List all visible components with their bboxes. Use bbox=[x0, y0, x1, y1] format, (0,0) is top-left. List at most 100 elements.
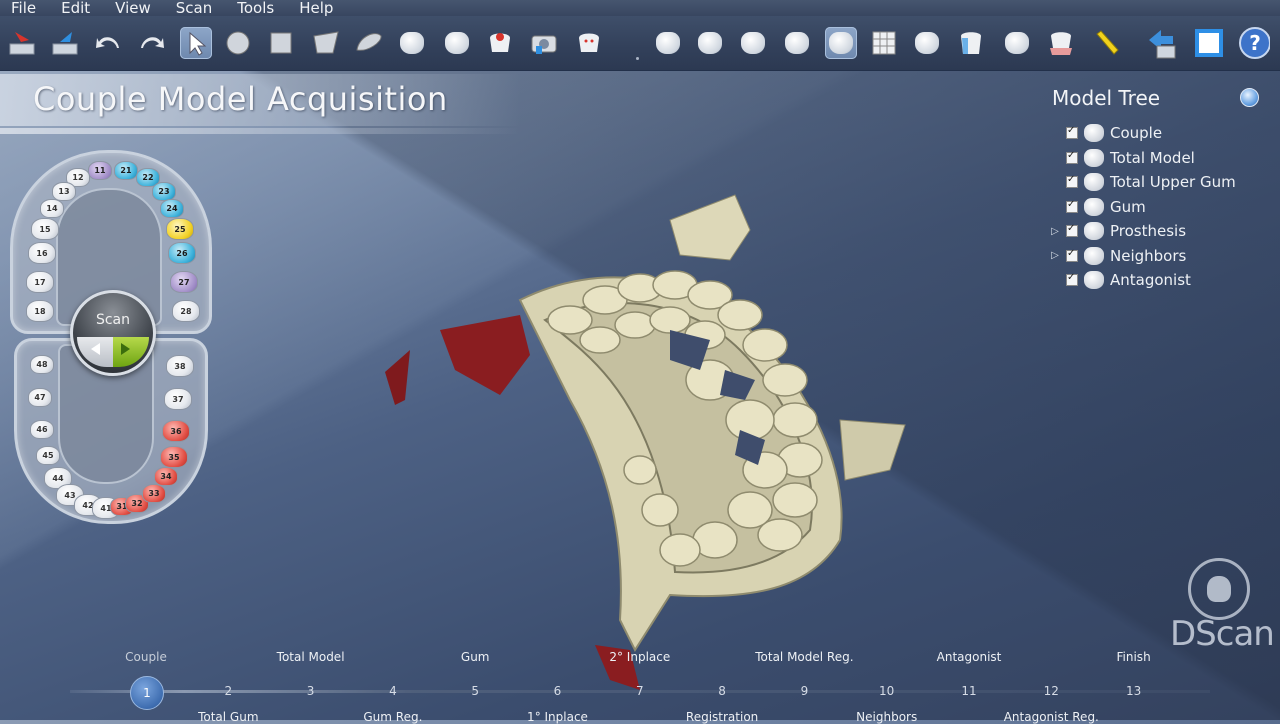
timeline-step-6[interactable]: 6 bbox=[545, 680, 571, 702]
menu-file[interactable]: File bbox=[0, 0, 50, 16]
timeline-step-13[interactable]: 13 bbox=[1121, 680, 1147, 702]
visibility-checkbox[interactable] bbox=[1066, 125, 1078, 139]
tooth-33[interactable]: 33 bbox=[142, 484, 166, 503]
timeline-step-2[interactable]: 2 bbox=[215, 680, 241, 702]
fullscreen-button[interactable] bbox=[1193, 27, 1225, 59]
expand-arrow-icon[interactable]: ▷ bbox=[1048, 249, 1062, 263]
tooth-25[interactable]: 25 bbox=[166, 218, 194, 240]
timeline-step-9[interactable]: 9 bbox=[791, 680, 817, 702]
timeline-step-5[interactable]: 5 bbox=[462, 680, 488, 702]
tooth-tool-2-button[interactable] bbox=[484, 27, 516, 59]
measure-button[interactable] bbox=[1090, 27, 1122, 59]
timeline-step-11[interactable]: 11 bbox=[956, 680, 982, 702]
export-button[interactable] bbox=[49, 27, 81, 59]
tooth-11[interactable]: 11 bbox=[88, 161, 112, 180]
expand-arrow-icon[interactable]: ▷ bbox=[1048, 224, 1062, 238]
view-5-button[interactable] bbox=[825, 27, 857, 59]
model-tree-item[interactable]: ▷ Neighbors bbox=[1048, 245, 1186, 267]
dscan-logo-text: DScan bbox=[1170, 614, 1275, 654]
help-button[interactable]: ? bbox=[1238, 27, 1270, 59]
tooth-36[interactable]: 36 bbox=[162, 420, 190, 442]
model-tree-item[interactable]: Couple bbox=[1048, 122, 1162, 144]
view-6-button[interactable] bbox=[911, 27, 943, 59]
tooth-28[interactable]: 28 bbox=[172, 300, 200, 322]
tooth-tool-3-button[interactable] bbox=[573, 27, 605, 59]
redo-button[interactable] bbox=[136, 27, 168, 59]
menu-tools[interactable]: Tools bbox=[226, 0, 288, 16]
view-8-button[interactable] bbox=[1001, 27, 1033, 59]
model-tree-item-label: Couple bbox=[1110, 124, 1163, 142]
timeline-step-4[interactable]: 4 bbox=[380, 680, 406, 702]
visibility-checkbox[interactable] bbox=[1066, 174, 1078, 188]
lasso-select-button[interactable] bbox=[353, 27, 385, 59]
timeline-step-12[interactable]: 12 bbox=[1038, 680, 1064, 702]
page-title: Couple Model Acquisition bbox=[33, 80, 448, 118]
visibility-checkbox[interactable] bbox=[1066, 223, 1078, 237]
polygon-select-button[interactable] bbox=[310, 27, 342, 59]
visibility-checkbox[interactable] bbox=[1066, 272, 1078, 286]
timeline-step-1[interactable]: 1 bbox=[130, 676, 164, 710]
visibility-checkbox[interactable] bbox=[1066, 248, 1078, 262]
timeline-step-8[interactable]: 8 bbox=[709, 680, 735, 702]
model-tree-item-label: Antagonist bbox=[1110, 271, 1191, 289]
view-9-button[interactable] bbox=[1045, 27, 1077, 59]
tooth-27[interactable]: 27 bbox=[170, 271, 198, 293]
model-node-icon bbox=[1084, 124, 1104, 142]
tooth-18[interactable]: 18 bbox=[26, 300, 54, 322]
rectangle-select-button[interactable] bbox=[265, 27, 297, 59]
tooth-45[interactable]: 45 bbox=[36, 446, 60, 465]
undo-button[interactable] bbox=[92, 27, 124, 59]
view-1-button[interactable] bbox=[652, 27, 684, 59]
tooth-tool-1-button[interactable] bbox=[441, 27, 473, 59]
tooth-47[interactable]: 47 bbox=[28, 388, 52, 407]
3d-dental-model-viewport[interactable] bbox=[370, 180, 930, 700]
tooth-select-button[interactable] bbox=[396, 27, 428, 59]
timeline-step-10[interactable]: 10 bbox=[874, 680, 900, 702]
globe-icon[interactable] bbox=[1240, 88, 1259, 107]
tooth-16[interactable]: 16 bbox=[28, 242, 56, 264]
import-button[interactable] bbox=[6, 27, 38, 59]
model-tree-item[interactable]: ▷ Prosthesis bbox=[1048, 220, 1186, 242]
menu-edit[interactable]: Edit bbox=[50, 0, 104, 16]
scan-camera-button[interactable] bbox=[528, 27, 560, 59]
view-2-button[interactable] bbox=[694, 27, 726, 59]
grid-button[interactable] bbox=[868, 27, 900, 59]
tooth-46[interactable]: 46 bbox=[30, 420, 54, 439]
title-underline bbox=[0, 128, 520, 134]
tooth-13[interactable]: 13 bbox=[52, 182, 76, 201]
tooth-37[interactable]: 37 bbox=[164, 388, 192, 410]
tooth-34[interactable]: 34 bbox=[154, 467, 178, 486]
model-tree-item[interactable]: Total Model bbox=[1048, 147, 1195, 169]
view-4-button[interactable] bbox=[781, 27, 813, 59]
tooth-26[interactable]: 26 bbox=[168, 242, 196, 264]
menu-help[interactable]: Help bbox=[288, 0, 347, 16]
tooth-gum-icon bbox=[1050, 32, 1072, 55]
timeline-step-3[interactable]: 3 bbox=[298, 680, 324, 702]
tooth-24[interactable]: 24 bbox=[160, 199, 184, 218]
tooth-15[interactable]: 15 bbox=[31, 218, 59, 240]
scan-next-segment[interactable] bbox=[113, 337, 149, 367]
tooth-face-icon bbox=[579, 33, 599, 52]
view-7-button[interactable] bbox=[955, 27, 987, 59]
menu-scan[interactable]: Scan bbox=[165, 0, 226, 16]
menu-view[interactable]: View bbox=[104, 0, 165, 16]
tooth-38[interactable]: 38 bbox=[166, 355, 194, 377]
model-tree-item[interactable]: Antagonist bbox=[1048, 269, 1191, 291]
scan-button[interactable]: Scan bbox=[70, 290, 156, 376]
model-tree-item[interactable]: Total Upper Gum bbox=[1048, 171, 1236, 193]
camera-icon bbox=[531, 35, 557, 54]
model-tree-item[interactable]: Gum bbox=[1048, 196, 1146, 218]
tooth-17[interactable]: 17 bbox=[26, 271, 54, 293]
visibility-checkbox[interactable] bbox=[1066, 199, 1078, 213]
visibility-checkbox[interactable] bbox=[1066, 150, 1078, 164]
timeline-step-7[interactable]: 7 bbox=[627, 680, 653, 702]
tooth-14[interactable]: 14 bbox=[40, 199, 64, 218]
tooth-48[interactable]: 48 bbox=[30, 355, 54, 374]
view-3-button[interactable] bbox=[737, 27, 769, 59]
circle-select-button[interactable] bbox=[222, 27, 254, 59]
transfer-button[interactable] bbox=[1145, 27, 1177, 59]
tooth-35[interactable]: 35 bbox=[160, 446, 188, 468]
select-tool-button[interactable] bbox=[180, 27, 212, 59]
tooth-21[interactable]: 21 bbox=[114, 161, 138, 180]
